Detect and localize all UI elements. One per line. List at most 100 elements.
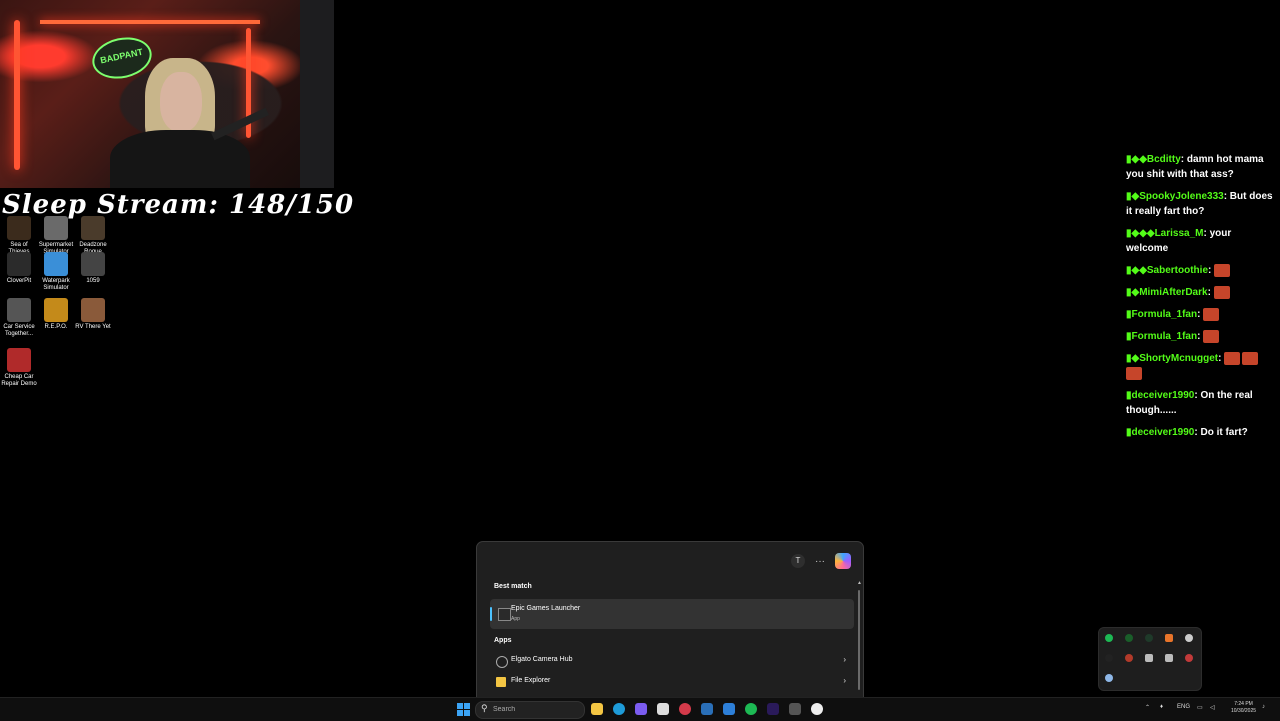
sticker-badge: BADPANT bbox=[88, 32, 156, 84]
badge-icons: ▮◆ bbox=[1126, 287, 1140, 298]
apps-heading: Apps bbox=[494, 637, 512, 644]
emote-icon bbox=[1213, 285, 1230, 299]
settings-tray-icon[interactable] bbox=[1185, 634, 1193, 642]
clock[interactable]: 7:24 PM 10/30/2025 bbox=[1231, 701, 1256, 715]
neon-light bbox=[40, 20, 260, 24]
volume-icon[interactable]: ◁ bbox=[1210, 704, 1215, 711]
desktop-icon-deadzone-rogue[interactable]: Deadzone Rogue bbox=[74, 216, 112, 256]
emote-icon bbox=[1203, 307, 1220, 321]
notification-bell-icon[interactable]: ♪ bbox=[1262, 704, 1265, 710]
chat-message: ▮ deceiver1990: On the real though...... bbox=[1126, 390, 1253, 416]
badge-icons: ▮◆ bbox=[1126, 191, 1140, 202]
desktop-icon-waterpark-simulator[interactable]: Waterpark Simulator bbox=[37, 252, 75, 292]
best-match-epic-games-launcher[interactable]: Epic Games Launcher App bbox=[490, 599, 854, 629]
streamer-body bbox=[110, 130, 250, 188]
start-button-icon[interactable] bbox=[457, 703, 470, 716]
emote-icon bbox=[1242, 351, 1259, 365]
badge-icons: ▮◆◆ bbox=[1126, 265, 1147, 276]
chat-message: ▮ Formula_1fan: bbox=[1126, 329, 1274, 344]
chat-message: ▮◆ ShortyMcnugget: bbox=[1126, 351, 1274, 381]
chat-overlay: ▮◆◆ Bcditty: damn hot mama you shit with… bbox=[1126, 152, 1274, 447]
desktop-icon-1059[interactable]: 1059 bbox=[74, 252, 112, 285]
emote-icon bbox=[1214, 263, 1231, 277]
webcam-overlay: BADPANT bbox=[0, 0, 334, 188]
premiere-taskbar-icon[interactable] bbox=[767, 703, 779, 715]
app-result-file-explorer[interactable]: File Explorer › bbox=[490, 673, 854, 691]
scrollbar-thumb[interactable] bbox=[858, 590, 860, 690]
discord-taskbar-icon[interactable] bbox=[635, 703, 647, 715]
badge-icons: ▮◆ bbox=[1126, 353, 1140, 364]
spotify-tray-icon[interactable] bbox=[1105, 634, 1113, 642]
language-indicator[interactable]: ENG bbox=[1177, 704, 1190, 710]
emote-icon bbox=[1224, 351, 1241, 365]
microphone-icon[interactable]: ♦ bbox=[1160, 704, 1163, 710]
tray-app-icon[interactable] bbox=[1125, 654, 1133, 662]
tray-overflow-popup bbox=[1098, 627, 1202, 691]
search-icon: ⚲ bbox=[481, 703, 488, 713]
scroll-up-icon[interactable]: ▲ bbox=[857, 580, 862, 586]
chat-message: ▮◆ SpookyJolene333: But does it really f… bbox=[1126, 191, 1273, 217]
tray-app-icon[interactable] bbox=[1105, 654, 1113, 662]
tray-app-icon[interactable] bbox=[1145, 654, 1153, 662]
chat-message: ▮◆ MimiAfterDark: bbox=[1126, 285, 1274, 300]
shelf bbox=[300, 0, 334, 188]
chat-message: ▮◆◆ Sabertoothie: bbox=[1126, 263, 1274, 278]
app-icon bbox=[44, 298, 68, 322]
app-icon bbox=[7, 216, 31, 240]
network-icon[interactable]: ▭ bbox=[1197, 704, 1203, 711]
app-taskbar-icon[interactable] bbox=[679, 703, 691, 715]
taskbar-search-box[interactable]: ⚲ bbox=[475, 701, 585, 719]
app-icon bbox=[44, 252, 68, 276]
app-result-elgato-camera-hub[interactable]: Elgato Camera Hub › bbox=[490, 652, 854, 670]
capcut-taskbar-icon[interactable] bbox=[657, 703, 669, 715]
chat-message: ▮◆◆ Bcditty: damn hot mama you shit with… bbox=[1126, 154, 1264, 180]
badge-icons: ▮◆◆ bbox=[1126, 154, 1147, 165]
app-taskbar-icon[interactable] bbox=[811, 703, 823, 715]
desktop-icon-sea-of-thieves[interactable]: Sea of Thieves bbox=[0, 216, 38, 256]
microphone bbox=[211, 107, 269, 141]
desktop-icon-supermarket-simulator[interactable]: Supermarket Simulator bbox=[37, 216, 75, 256]
desktop-icon-car-service-together[interactable]: Car Service Together... bbox=[0, 298, 38, 338]
edge-taskbar-icon[interactable] bbox=[613, 703, 625, 715]
folder-icon bbox=[496, 677, 506, 687]
tray-app-icon[interactable] bbox=[1165, 634, 1173, 642]
emote-icon bbox=[1126, 366, 1142, 380]
desktop-icon-cloverpit[interactable]: CloverPit bbox=[0, 252, 38, 285]
desktop-icon-cheap-car-repair[interactable]: Cheap Car Repair Demo bbox=[0, 348, 38, 388]
chat-message: ▮ Formula_1fan: bbox=[1126, 307, 1274, 322]
streamer-face bbox=[160, 72, 202, 132]
more-options-icon[interactable]: ··· bbox=[815, 556, 825, 567]
best-match-heading: Best match bbox=[494, 583, 532, 590]
epic-games-icon bbox=[498, 608, 511, 621]
copilot-icon[interactable] bbox=[835, 553, 851, 569]
app-taskbar-icon[interactable] bbox=[723, 703, 735, 715]
chat-message: ▮◆◆◆ Larissa_M: your welcome bbox=[1126, 228, 1232, 254]
file-explorer-taskbar-icon[interactable] bbox=[591, 703, 603, 715]
search-input[interactable] bbox=[493, 703, 573, 715]
steam-taskbar-icon[interactable] bbox=[701, 703, 713, 715]
obs-taskbar-icon[interactable] bbox=[789, 703, 801, 715]
app-icon bbox=[81, 252, 105, 276]
emote-icon bbox=[1203, 329, 1220, 343]
tray-app-icon[interactable] bbox=[1185, 654, 1193, 662]
app-icon bbox=[7, 348, 31, 372]
app-icon bbox=[44, 216, 68, 240]
selection-indicator bbox=[490, 607, 492, 621]
usb-tray-icon[interactable] bbox=[1165, 654, 1173, 662]
desktop-icon-rv-there-yet[interactable]: RV There Yet bbox=[74, 298, 112, 331]
desktop-icon-repo[interactable]: R.E.P.O. bbox=[37, 298, 75, 331]
panel-top-actions: T ··· bbox=[791, 553, 851, 569]
account-avatar[interactable]: T bbox=[791, 554, 805, 568]
tray-app-icon[interactable] bbox=[1145, 634, 1153, 642]
chevron-up-icon[interactable]: ⌃ bbox=[1145, 704, 1150, 711]
neon-light bbox=[14, 20, 20, 170]
camera-hub-icon bbox=[496, 656, 508, 668]
spotify-taskbar-icon[interactable] bbox=[745, 703, 757, 715]
tray-app-icon[interactable] bbox=[1125, 634, 1133, 642]
scrollbar[interactable]: ▲ bbox=[857, 580, 862, 694]
chevron-right-icon[interactable]: › bbox=[843, 655, 846, 664]
start-search-panel: T ··· Best match Epic Games Launcher App… bbox=[476, 541, 864, 698]
steam-tray-icon[interactable] bbox=[1105, 674, 1113, 682]
app-icon bbox=[7, 252, 31, 276]
chevron-right-icon[interactable]: › bbox=[843, 676, 846, 685]
